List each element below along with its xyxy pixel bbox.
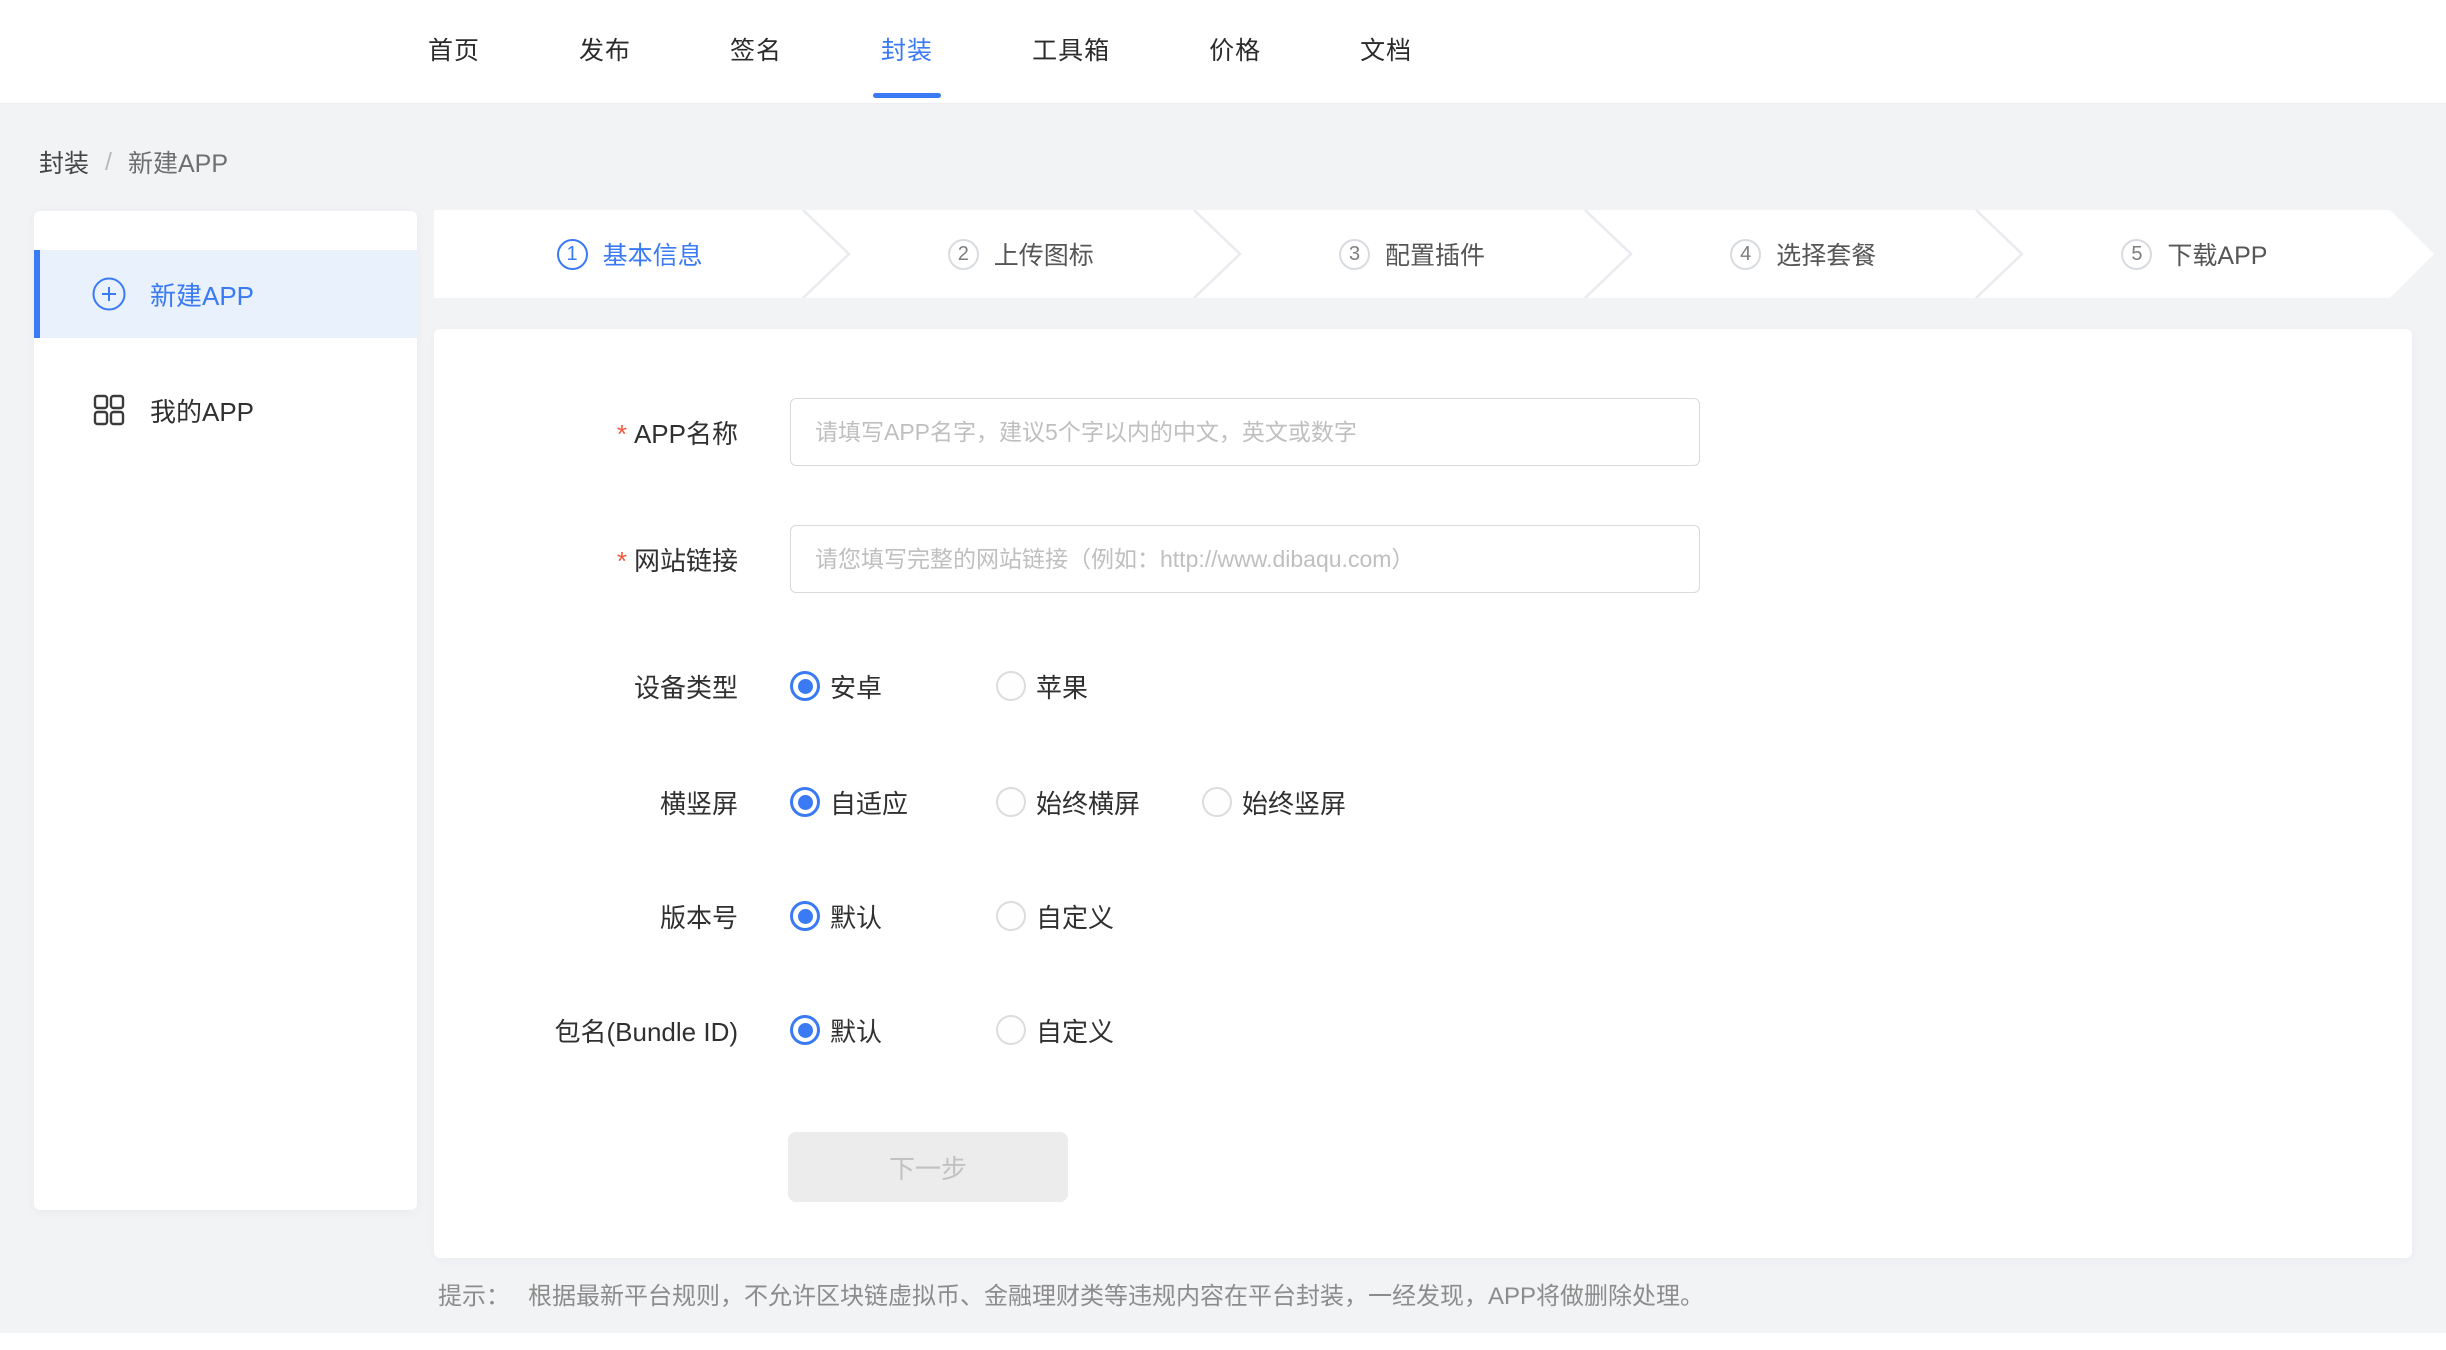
step-label: 基本信息 — [603, 236, 703, 272]
field-label: 横竖屏 — [434, 784, 738, 821]
nav-item-sign[interactable]: 签名 — [730, 0, 782, 104]
field-label: 版本号 — [434, 898, 738, 935]
radio-bundle-default[interactable]: 默认 — [790, 1012, 996, 1049]
top-header: 首页 发布 签名 封装 工具箱 价格 文档 — [0, 0, 2446, 104]
form-row-website-url: *网站链接 — [434, 525, 2412, 593]
field-label: 设备类型 — [434, 668, 738, 705]
radio-always-portrait[interactable]: 始终竖屏 — [1202, 784, 1346, 821]
step-bar-arrow-tip — [2390, 210, 2437, 298]
step-chevron-icon — [1193, 210, 1243, 298]
nav-item-docs[interactable]: 文档 — [1360, 0, 1412, 104]
main-nav: 首页 发布 签名 封装 工具箱 价格 文档 — [428, 0, 1412, 104]
step-choose-plan[interactable]: 4 选择套餐 — [1608, 210, 1999, 298]
step-chevron-icon — [802, 210, 852, 298]
sidebar-item-my-apps[interactable]: 我的APP — [34, 366, 417, 454]
radio-android[interactable]: 安卓 — [790, 668, 996, 705]
step-upload-icon[interactable]: 2 上传图标 — [825, 210, 1216, 298]
sidebar: 新建APP 我的APP — [34, 211, 417, 1210]
radio-version-default[interactable]: 默认 — [790, 898, 996, 935]
app-name-input[interactable] — [790, 398, 1700, 466]
nav-item-home[interactable]: 首页 — [428, 0, 480, 104]
step-download-app[interactable]: 5 下载APP — [1999, 210, 2390, 298]
nav-item-price[interactable]: 价格 — [1209, 0, 1261, 104]
radio-auto-orientation[interactable]: 自适应 — [790, 784, 996, 821]
required-marker: * — [617, 546, 627, 576]
form-row-device-type: 设备类型 安卓 苹果 — [434, 656, 2412, 716]
radio-icon — [790, 901, 820, 931]
sidebar-item-label: 我的APP — [150, 392, 254, 429]
nav-item-package[interactable]: 封装 — [881, 0, 933, 104]
radio-bundle-custom[interactable]: 自定义 — [996, 1012, 1114, 1049]
next-step-button[interactable]: 下一步 — [788, 1132, 1068, 1202]
required-marker: * — [617, 419, 627, 449]
sidebar-item-new-app[interactable]: 新建APP — [34, 250, 417, 338]
step-configure-plugins[interactable]: 3 配置插件 — [1216, 210, 1607, 298]
basic-info-form: *APP名称 *网站链接 设备类型 安卓 苹果 横竖屏 — [434, 329, 2412, 1258]
step-label: 上传图标 — [994, 236, 1094, 272]
grid-icon — [92, 393, 126, 427]
step-chevron-icon — [1584, 210, 1634, 298]
radio-icon — [996, 671, 1026, 701]
nav-item-publish[interactable]: 发布 — [579, 0, 631, 104]
breadcrumb-separator: / — [105, 148, 112, 177]
radio-version-custom[interactable]: 自定义 — [996, 898, 1114, 935]
step-number: 3 — [1339, 239, 1370, 270]
radio-icon — [790, 671, 820, 701]
radio-always-landscape[interactable]: 始终横屏 — [996, 784, 1202, 821]
step-label: 选择套餐 — [1776, 236, 1876, 272]
radio-icon — [996, 787, 1026, 817]
breadcrumb: 封装 / 新建APP — [39, 144, 228, 180]
tip-text: 根据最新平台规则，不允许区块链虚拟币、金融理财类等违规内容在平台封装，一经发现，… — [528, 1283, 1704, 1310]
tip-prefix: 提示： — [438, 1283, 510, 1310]
step-number: 5 — [2121, 239, 2152, 270]
form-row-version: 版本号 默认 自定义 — [434, 886, 2412, 946]
platform-rule-tip: 提示： 根据最新平台规则，不允许区块链虚拟币、金融理财类等违规内容在平台封装，一经… — [438, 1276, 1704, 1311]
bottom-strip — [0, 1333, 2446, 1350]
radio-icon — [1202, 787, 1232, 817]
radio-ios[interactable]: 苹果 — [996, 668, 1088, 705]
step-wizard: 1 基本信息 2 上传图标 3 配置插件 4 选择套餐 5 下载APP — [434, 210, 2390, 298]
radio-icon — [996, 901, 1026, 931]
sidebar-item-label: 新建APP — [150, 276, 254, 313]
field-label: 包名(Bundle ID) — [434, 1012, 738, 1049]
breadcrumb-section[interactable]: 封装 — [39, 144, 89, 180]
radio-icon — [790, 1015, 820, 1045]
form-row-app-name: *APP名称 — [434, 398, 2412, 466]
field-label: *APP名称 — [434, 414, 738, 451]
radio-icon — [790, 787, 820, 817]
radio-icon — [996, 1015, 1026, 1045]
step-number: 2 — [948, 239, 979, 270]
breadcrumb-current: 新建APP — [128, 144, 228, 180]
form-row-orientation: 横竖屏 自适应 始终横屏 始终竖屏 — [434, 772, 2412, 832]
website-url-input[interactable] — [790, 525, 1700, 593]
field-label: *网站链接 — [434, 541, 738, 578]
step-basic-info[interactable]: 1 基本信息 — [434, 210, 825, 298]
plus-circle-icon — [92, 277, 126, 311]
step-number: 4 — [1730, 239, 1761, 270]
nav-item-toolbox[interactable]: 工具箱 — [1032, 0, 1110, 104]
form-row-bundle-id: 包名(Bundle ID) 默认 自定义 — [434, 1000, 2412, 1060]
step-label: 配置插件 — [1385, 236, 1485, 272]
step-label: 下载APP — [2167, 236, 2267, 272]
step-number: 1 — [557, 239, 588, 270]
step-chevron-icon — [1975, 210, 2025, 298]
